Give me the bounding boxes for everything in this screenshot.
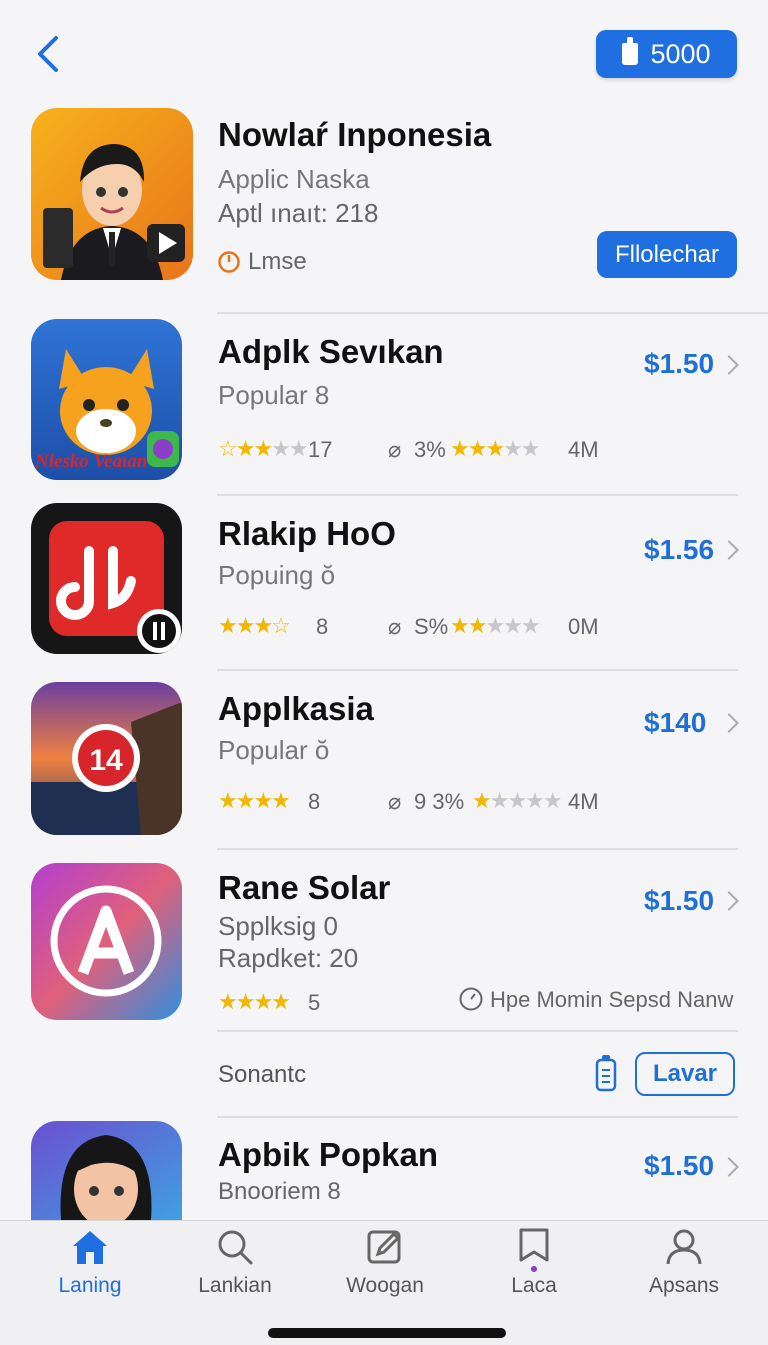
rating-count: 8 — [316, 614, 329, 639]
tab-label: Lankian — [198, 1274, 272, 1297]
price-button[interactable]: $1.50 — [644, 348, 714, 380]
app-icon-avatar[interactable] — [31, 1121, 182, 1220]
app-detail: Rapdket: 20 — [218, 943, 359, 973]
app-title[interactable]: Applkasia — [218, 690, 374, 728]
app-meta: 9 3% — [414, 789, 465, 814]
app-icon-sunset[interactable]: 14 — [31, 682, 182, 835]
divider — [217, 494, 738, 496]
app-title[interactable]: Adplk Sevıkan — [218, 333, 444, 371]
coin-icon — [622, 37, 639, 65]
divider — [217, 848, 738, 850]
app-title[interactable]: Apbik Popkan — [218, 1136, 438, 1174]
edit-icon — [367, 1230, 401, 1264]
chevron-right-icon — [719, 355, 739, 375]
featured-detail: Aptl ınaıt: 218 — [218, 198, 379, 228]
back-chevron-icon[interactable] — [30, 30, 70, 78]
tab-label: Laning — [58, 1274, 122, 1297]
tab-profile[interactable]: Apsans — [624, 1226, 744, 1306]
tab-label: Woogan — [346, 1274, 424, 1297]
star-rating-secondary: ★★★★★ — [472, 788, 563, 813]
rating-count: 5 — [308, 990, 321, 1015]
app-subtitle: Spplksig 0 — [218, 911, 338, 941]
price-button[interactable]: $1.56 — [644, 534, 714, 566]
price-button[interactable]: $1.50 — [644, 885, 714, 917]
star-rating: ★★★★ — [218, 788, 291, 813]
chevron-right-icon — [719, 891, 739, 911]
star-rating: ★★★★ — [218, 989, 291, 1014]
clock-icon — [218, 251, 240, 273]
app-subtitle: Popuing ŏ — [218, 560, 336, 590]
chevron-right-icon — [719, 1157, 739, 1177]
chevron-right-icon — [719, 713, 739, 733]
star-rating-secondary: ★★★★★ — [450, 613, 541, 638]
download-icon: ⌀ — [388, 614, 402, 639]
tab-label: Apsans — [648, 1274, 720, 1297]
coins-button[interactable]: 5000 — [596, 30, 737, 78]
person-icon — [666, 1229, 702, 1265]
home-icon — [73, 1231, 107, 1264]
app-title[interactable]: Rlakip HoO — [218, 515, 396, 553]
app-title[interactable]: Rane Solar — [218, 869, 390, 907]
tab-bookmarks[interactable]: Laca — [474, 1226, 594, 1306]
app-subtitle: Bnooriem 8 — [218, 1178, 341, 1205]
featured-action-button[interactable]: Fllolechar — [597, 231, 737, 278]
battery-icon[interactable] — [594, 1054, 618, 1094]
featured-app-icon[interactable] — [31, 108, 193, 280]
home-indicator — [268, 1328, 506, 1338]
divider — [217, 1116, 738, 1118]
timer-icon — [459, 987, 483, 1011]
app-subtitle: Popular ŏ — [218, 735, 330, 765]
app-icon-music[interactable] — [31, 503, 182, 654]
featured-status: Lmse — [248, 248, 307, 275]
tab-home[interactable]: Laning — [30, 1226, 150, 1306]
chevron-right-icon — [719, 540, 739, 560]
app-meta: S% — [414, 614, 449, 639]
featured-title[interactable]: Nowlaŕ Inponesia — [218, 116, 491, 154]
divider — [217, 312, 768, 314]
tab-label: Laca — [511, 1274, 557, 1297]
star-rating: ☆★★★★ — [218, 436, 309, 461]
downloads: 4M — [568, 789, 599, 814]
download-icon: ⌀ — [388, 789, 402, 814]
app-subtitle: Popular 8 — [218, 380, 330, 410]
downloads: 0M — [568, 614, 599, 639]
star-rating-secondary: ★★★★★ — [450, 436, 541, 461]
app-meta: 3% — [414, 437, 446, 462]
search-icon — [218, 1230, 253, 1265]
coins-value: 5000 — [650, 38, 711, 69]
app-icon-text: Nlesko Veaıan — [34, 451, 147, 472]
rating-count: 8 — [308, 789, 321, 814]
app-icon-text: 14 — [89, 744, 123, 777]
price-button[interactable]: $1.50 — [644, 1150, 714, 1182]
top-bar: 5000 — [0, 0, 768, 100]
divider — [217, 669, 738, 671]
bookmark-icon — [519, 1228, 549, 1272]
app-icon-a-logo[interactable] — [31, 863, 182, 1020]
rating-count: 17 — [308, 437, 333, 462]
downloads: 4M — [568, 437, 599, 462]
section-label: Sonantc — [218, 1061, 307, 1088]
download-icon: ⌀ — [388, 437, 402, 462]
price-button[interactable]: $140 — [644, 707, 706, 739]
star-rating: ★★★☆ — [218, 613, 291, 638]
app-icon-fox[interactable]: Nlesko Veaıan — [31, 319, 182, 480]
tab-search[interactable]: Lankian — [175, 1226, 295, 1306]
featured-subtitle: Applic Naska — [218, 164, 370, 194]
app-note: Hpe Momin Sepsd Nanw — [490, 987, 734, 1012]
divider — [217, 1030, 738, 1032]
section-action-button[interactable]: Lavar — [635, 1052, 735, 1096]
tab-edit[interactable]: Woogan — [325, 1226, 445, 1306]
